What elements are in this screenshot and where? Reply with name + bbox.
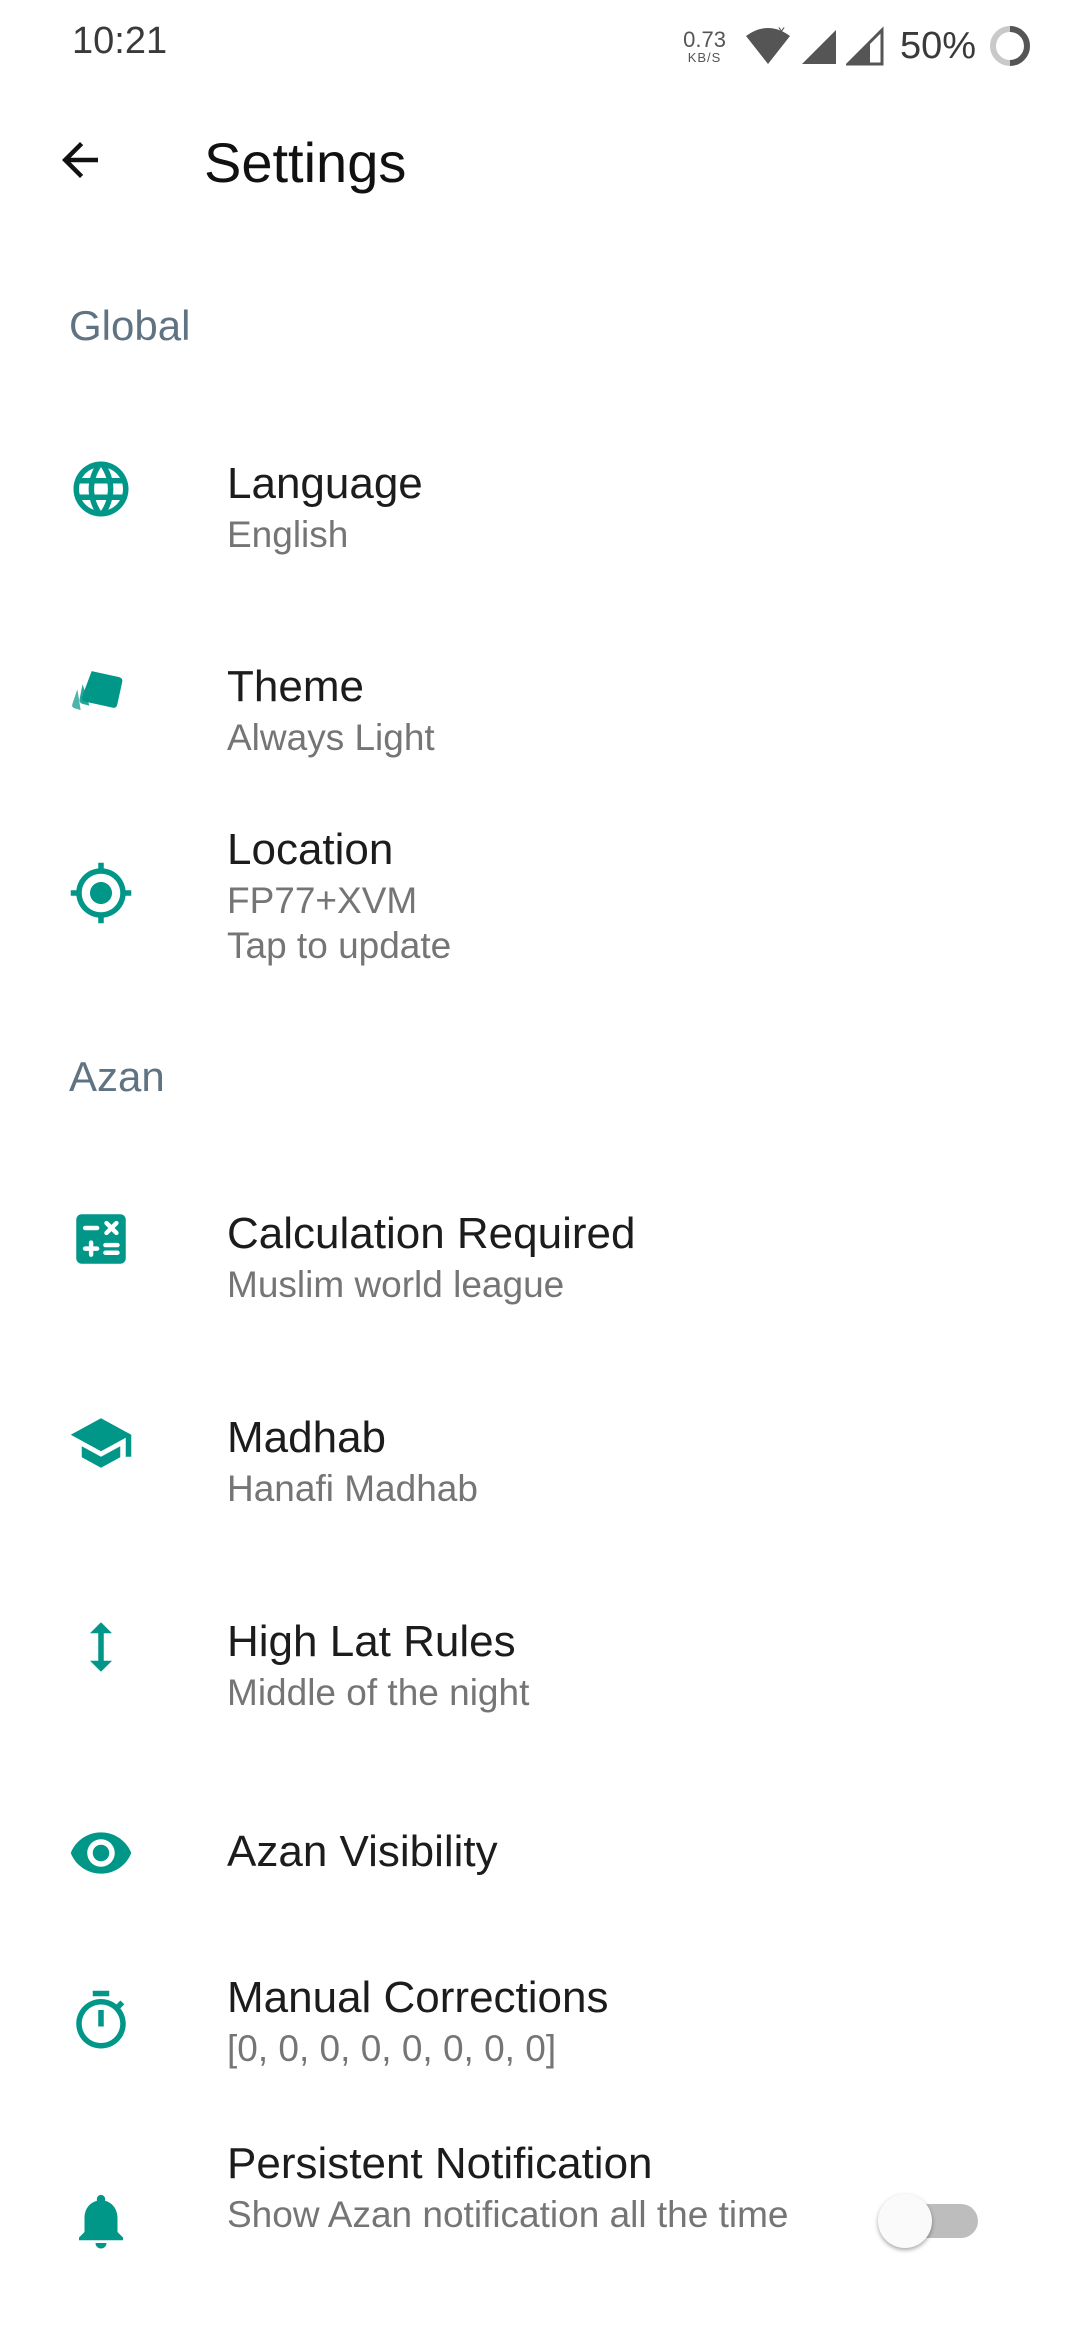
- back-button[interactable]: [48, 128, 112, 192]
- setting-title: Location: [227, 825, 394, 874]
- setting-value: English: [227, 514, 349, 555]
- theme-cards-icon: [68, 659, 134, 725]
- toggle-thumb: [878, 2194, 932, 2248]
- status-time: 10:21: [72, 20, 168, 62]
- cell-signal-2-icon: [845, 26, 884, 66]
- page-title: Settings: [204, 131, 407, 194]
- setting-title: Calculation Required: [227, 1209, 636, 1258]
- setting-persistent-notification[interactable]: Persistent Notification Show Azan notifi…: [0, 2136, 1080, 2306]
- setting-title: Madhab: [227, 1413, 387, 1462]
- eye-icon: [68, 1820, 134, 1886]
- network-speed-value: 0.73: [683, 26, 726, 52]
- setting-title: High Lat Rules: [227, 1617, 516, 1666]
- setting-azan-visibility[interactable]: Azan Visibility: [0, 1800, 1080, 1910]
- graduation-cap-icon: [68, 1410, 134, 1476]
- arrow-back-icon: [62, 142, 98, 178]
- persistent-notification-toggle[interactable]: [878, 2190, 982, 2250]
- section-header-global: Global: [69, 302, 191, 349]
- section-header-azan: Azan: [69, 1053, 165, 1100]
- calculator-icon: [68, 1206, 134, 1272]
- setting-calculation[interactable]: Calculation Required Muslim world league: [0, 1170, 1080, 1340]
- setting-language[interactable]: Language English: [0, 420, 1080, 590]
- setting-value: Hanafi Madhab: [227, 1468, 478, 1509]
- globe-icon: [68, 456, 134, 522]
- vertical-arrows-icon: [68, 1614, 134, 1680]
- setting-title: Manual Corrections: [227, 1973, 609, 2022]
- bell-icon: [68, 2188, 134, 2254]
- setting-title: Persistent Notification: [227, 2139, 653, 2188]
- setting-value: [0, 0, 0, 0, 0, 0, 0, 0]: [227, 2028, 557, 2069]
- status-bar: 10:21 0.73 KB/S x 50%: [0, 0, 1080, 92]
- network-speed-unit: KB/S: [687, 49, 722, 65]
- setting-location[interactable]: Location FP77+XVM Tap to update: [0, 822, 1080, 1002]
- setting-value: Always Light: [227, 717, 435, 758]
- setting-value: FP77+XVM Tap to update: [227, 880, 452, 966]
- app-bar: Settings: [0, 92, 1080, 232]
- status-icons: 0.73 KB/S x 50%: [683, 18, 1032, 74]
- setting-value: Show Azan notification all the time: [227, 2194, 789, 2235]
- setting-title: Language: [227, 459, 423, 508]
- timer-icon: [68, 1988, 134, 2054]
- network-speed: 0.73 KB/S: [683, 26, 726, 65]
- wifi-icon: x: [745, 26, 790, 64]
- battery-ring-icon: [990, 26, 1030, 66]
- battery-percent: 50%: [899, 24, 976, 67]
- setting-madhab[interactable]: Madhab Hanafi Madhab: [0, 1374, 1080, 1544]
- location-target-icon: [68, 860, 134, 926]
- svg-text:x: x: [778, 26, 785, 38]
- setting-theme[interactable]: Theme Always Light: [0, 625, 1080, 795]
- setting-value: Muslim world league: [227, 1264, 565, 1305]
- setting-title: Theme: [227, 662, 364, 711]
- setting-manual-corrections[interactable]: Manual Corrections [0, 0, 0, 0, 0, 0, 0,…: [0, 1970, 1080, 2100]
- setting-high-lat-rules[interactable]: High Lat Rules Middle of the night: [0, 1578, 1080, 1748]
- setting-value: Middle of the night: [227, 1672, 530, 1713]
- setting-title: Azan Visibility: [227, 1827, 498, 1876]
- cell-signal-icon: [801, 30, 836, 64]
